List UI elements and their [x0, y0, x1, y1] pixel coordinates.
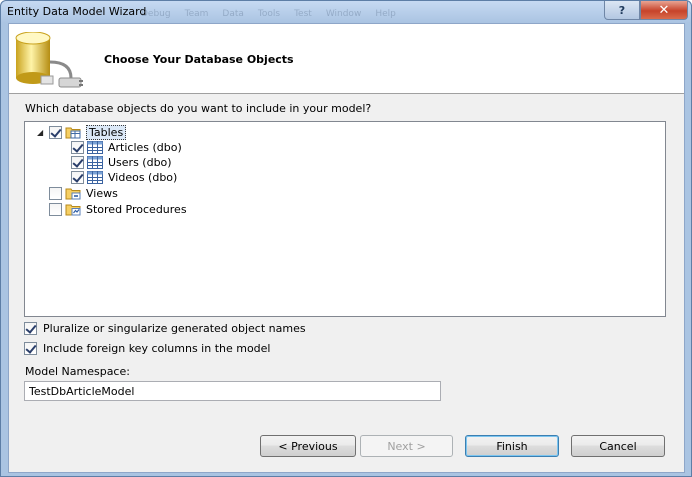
- ghost-menu-item: Test: [294, 9, 312, 19]
- page-title: Choose Your Database Objects: [104, 53, 294, 66]
- database-objects-tree[interactable]: ◢ Tables Articles (dbo) Users (dbo) Vide…: [24, 121, 666, 317]
- articles-checkbox[interactable]: [71, 140, 84, 154]
- foreign-keys-label: Include foreign key columns in the model: [43, 341, 271, 355]
- model-namespace-input[interactable]: [24, 381, 441, 401]
- tables-label: Tables: [86, 124, 127, 140]
- model-namespace-label: Model Namespace:: [25, 365, 130, 378]
- ghost-menu-item: Debug: [141, 9, 171, 19]
- tables-checkbox[interactable]: [49, 125, 62, 139]
- pluralize-checkbox[interactable]: [24, 321, 37, 335]
- ghost-menu-item: Data: [222, 9, 244, 19]
- cancel-button[interactable]: Cancel: [571, 435, 665, 457]
- objects-question-label: Which database objects do you want to in…: [25, 102, 372, 115]
- tree-node-users[interactable]: Users (dbo): [71, 154, 172, 170]
- pluralize-label: Pluralize or singularize generated objec…: [43, 321, 306, 335]
- database-plug-icon: [15, 32, 83, 88]
- videos-checkbox[interactable]: [71, 170, 84, 184]
- wizard-window: Entity Data Model Wizard Debug Team Data…: [0, 0, 692, 477]
- foreign-keys-option[interactable]: Include foreign key columns in the model: [24, 340, 271, 356]
- pluralize-option[interactable]: Pluralize or singularize generated objec…: [24, 320, 306, 336]
- ghost-menu-item: Tools: [257, 9, 281, 19]
- ghost-menu-item: Help: [375, 9, 396, 19]
- views-folder-icon: [65, 188, 81, 200]
- window-title: Entity Data Model Wizard: [7, 5, 147, 18]
- stored-procedures-checkbox[interactable]: [49, 202, 62, 216]
- users-label: Users (dbo): [108, 155, 172, 169]
- procedures-folder-icon: [65, 204, 81, 216]
- close-button[interactable]: ✕: [640, 1, 688, 20]
- previous-button[interactable]: < Previous: [260, 435, 356, 457]
- table-grid-icon: [87, 140, 103, 154]
- videos-label: Videos (dbo): [108, 170, 178, 184]
- wizard-client-area: Choose Your Database Objects Which datab…: [8, 23, 685, 473]
- table-grid-icon: [87, 155, 103, 169]
- views-label: Views: [86, 186, 118, 200]
- table-grid-icon: [87, 170, 103, 184]
- wizard-header: Choose Your Database Objects: [9, 24, 684, 94]
- tree-node-videos[interactable]: Videos (dbo): [71, 169, 177, 185]
- users-checkbox[interactable]: [71, 155, 84, 169]
- tables-folder-icon: [65, 127, 81, 139]
- tree-node-tables[interactable]: ◢ Tables: [37, 124, 127, 140]
- ghost-menu-item: Window: [325, 9, 362, 19]
- next-button[interactable]: Next >: [360, 435, 453, 457]
- foreign-keys-checkbox[interactable]: [24, 341, 37, 355]
- articles-label: Articles (dbo): [108, 140, 182, 154]
- expand-collapse-icon[interactable]: ◢: [37, 128, 49, 137]
- finish-button[interactable]: Finish: [465, 435, 559, 457]
- tree-node-stored-procedures[interactable]: Stored Procedures: [49, 201, 187, 217]
- ghost-menu-item: Team: [184, 9, 209, 19]
- stored-procedures-label: Stored Procedures: [86, 202, 187, 216]
- tree-node-views[interactable]: Views: [49, 185, 118, 201]
- background-menu-ghost: Debug Team Data Tools Test Window Help: [141, 9, 581, 21]
- tree-node-articles[interactable]: Articles (dbo): [71, 139, 182, 155]
- title-bar[interactable]: Entity Data Model Wizard Debug Team Data…: [1, 1, 691, 23]
- help-button[interactable]: ?: [604, 1, 640, 20]
- views-checkbox[interactable]: [49, 186, 62, 200]
